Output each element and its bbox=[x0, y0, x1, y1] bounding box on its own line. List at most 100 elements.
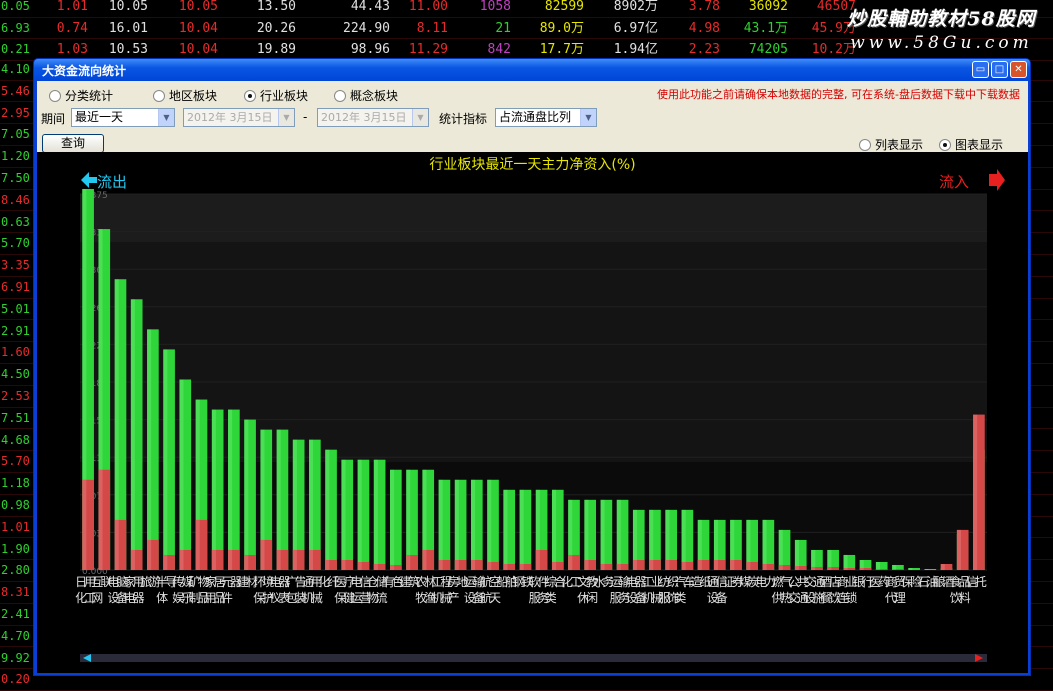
watermark: 炒股輔助教材58股网 www.58Gu.com bbox=[830, 4, 1053, 56]
bar-highlight bbox=[147, 329, 152, 570]
x-category-label: 锁 bbox=[845, 590, 857, 605]
bar-highlight bbox=[244, 554, 249, 570]
x-category-label: 器 bbox=[133, 591, 145, 605]
x-category-label: 械 bbox=[311, 590, 323, 605]
close-button[interactable]: ✕ bbox=[1010, 61, 1027, 78]
restore-button[interactable]: □ bbox=[991, 61, 1008, 78]
cell-value: 10.05 bbox=[178, 0, 218, 14]
row-left-value: 3.35 bbox=[1, 258, 30, 273]
bar-highlight bbox=[98, 469, 103, 570]
bar-highlight bbox=[276, 549, 281, 570]
bar-highlight bbox=[892, 568, 897, 570]
radio-industry[interactable]: 行业板块 bbox=[244, 87, 308, 104]
row-left-value: 9.92 bbox=[1, 650, 30, 665]
bar-highlight bbox=[681, 509, 686, 570]
cell-value: 19.89 bbox=[256, 42, 296, 57]
cell-value: 10.53 bbox=[108, 42, 148, 57]
bar-highlight bbox=[584, 499, 589, 570]
bar-highlight bbox=[487, 561, 492, 570]
cell-value: 44.43 bbox=[350, 0, 390, 14]
bar-highlight bbox=[325, 559, 330, 570]
radio-dot-selected-icon bbox=[244, 89, 256, 102]
period-select[interactable]: 最近一天 ▼ bbox=[71, 108, 175, 127]
horizontal-scrollbar[interactable] bbox=[80, 654, 987, 662]
title-bar[interactable]: 大资金流向统计 ▭ □ ✕ bbox=[34, 59, 1030, 81]
bar-highlight bbox=[228, 549, 233, 570]
bar-highlight bbox=[519, 563, 524, 570]
bar-highlight bbox=[244, 419, 249, 570]
cell-value: 2.23 bbox=[688, 42, 720, 57]
bar-highlight bbox=[454, 479, 459, 570]
row-left-value: 5.70 bbox=[1, 236, 30, 251]
chevron-down-icon[interactable]: ▼ bbox=[580, 109, 596, 126]
cell-value: 43.1万 bbox=[743, 20, 788, 36]
bar-highlight bbox=[956, 529, 961, 570]
row-left-value: 0.05 bbox=[1, 0, 30, 13]
bar-highlight bbox=[875, 561, 880, 570]
metric-label: 统计指标 bbox=[439, 112, 488, 126]
cell-value: 16.01 bbox=[108, 20, 148, 36]
bar-highlight bbox=[584, 559, 589, 570]
chevron-down-icon[interactable]: ▼ bbox=[412, 109, 428, 126]
bar-highlight bbox=[341, 559, 346, 570]
row-left-value: 0.63 bbox=[1, 214, 30, 229]
date-from-picker[interactable]: 2012年 3月15日 ▼ bbox=[183, 108, 295, 127]
bar-highlight bbox=[130, 549, 135, 570]
radio-category[interactable]: 分类统计 bbox=[49, 87, 113, 104]
bar-highlight bbox=[260, 539, 265, 570]
bar-highlight bbox=[665, 559, 670, 570]
bar-highlight bbox=[470, 479, 476, 570]
chevron-down-icon[interactable]: ▼ bbox=[278, 109, 294, 126]
bar-highlight bbox=[373, 459, 378, 570]
cell-value: 842 bbox=[487, 42, 511, 57]
row-left-value: 1.18 bbox=[1, 476, 30, 491]
bar-highlight bbox=[422, 549, 427, 570]
radio-concept[interactable]: 概念板块 bbox=[334, 87, 398, 104]
date-to-picker[interactable]: 2012年 3月15日 ▼ bbox=[317, 108, 429, 127]
bar-highlight bbox=[811, 566, 816, 570]
bar-highlight bbox=[616, 499, 621, 570]
row-left-value: 8.46 bbox=[1, 192, 30, 207]
bar-highlight bbox=[713, 559, 719, 570]
bar-highlight bbox=[875, 568, 880, 570]
cell-value: 89.0万 bbox=[539, 20, 584, 36]
row-left-value: 6.91 bbox=[1, 280, 30, 294]
radio-chart-view[interactable]: 图表显示 bbox=[939, 136, 1003, 153]
watermark-text: 炒股輔助教材58股网 bbox=[847, 8, 1036, 30]
radio-list-view[interactable]: 列表显示 bbox=[859, 136, 923, 153]
row-left-value: 1.20 bbox=[1, 149, 30, 164]
metric-select[interactable]: 占流通盘比列 ▼ bbox=[495, 108, 597, 127]
minimize-button[interactable]: ▭ bbox=[972, 61, 989, 78]
row-left-value: 0.20 bbox=[1, 672, 30, 687]
chevron-down-icon[interactable]: ▼ bbox=[158, 109, 174, 126]
cell-value: 10.04 bbox=[178, 20, 218, 36]
radio-dot-icon bbox=[153, 89, 165, 102]
x-category-label: 流 bbox=[376, 591, 388, 605]
row-left-value: 7.05 bbox=[1, 127, 30, 142]
row-left-value: 7.51 bbox=[1, 410, 30, 425]
bar-highlight bbox=[276, 429, 281, 570]
date-from-value: 2012年 3月15日 bbox=[187, 111, 273, 124]
row-left-value: 1.90 bbox=[1, 541, 30, 556]
cell-value: 11.00 bbox=[408, 0, 448, 14]
cell-value: 1.03 bbox=[56, 42, 88, 57]
row-left-value: 8.31 bbox=[1, 585, 30, 600]
radio-dot-icon bbox=[334, 89, 346, 102]
left-arrow-icon bbox=[81, 172, 97, 188]
x-category-label: 件 bbox=[221, 591, 233, 605]
cell-value: 98.96 bbox=[350, 42, 390, 57]
cell-value: 224.90 bbox=[343, 20, 390, 36]
bar-highlight bbox=[551, 489, 557, 570]
radio-region[interactable]: 地区板块 bbox=[153, 87, 217, 104]
x-category-label: 产 bbox=[448, 591, 460, 605]
x-category-label: 闲 bbox=[586, 591, 598, 605]
bar-highlight bbox=[827, 566, 832, 570]
query-button[interactable]: 查询 bbox=[42, 134, 104, 153]
row-left-value: 2.41 bbox=[1, 607, 30, 621]
cell-value: 10.04 bbox=[178, 42, 218, 57]
bar-highlight bbox=[649, 559, 654, 570]
x-category-label: 类 bbox=[545, 591, 557, 605]
radio-label: 列表显示 bbox=[875, 138, 924, 152]
bar-highlight bbox=[163, 349, 168, 570]
cell-value: 1058 bbox=[479, 0, 511, 14]
